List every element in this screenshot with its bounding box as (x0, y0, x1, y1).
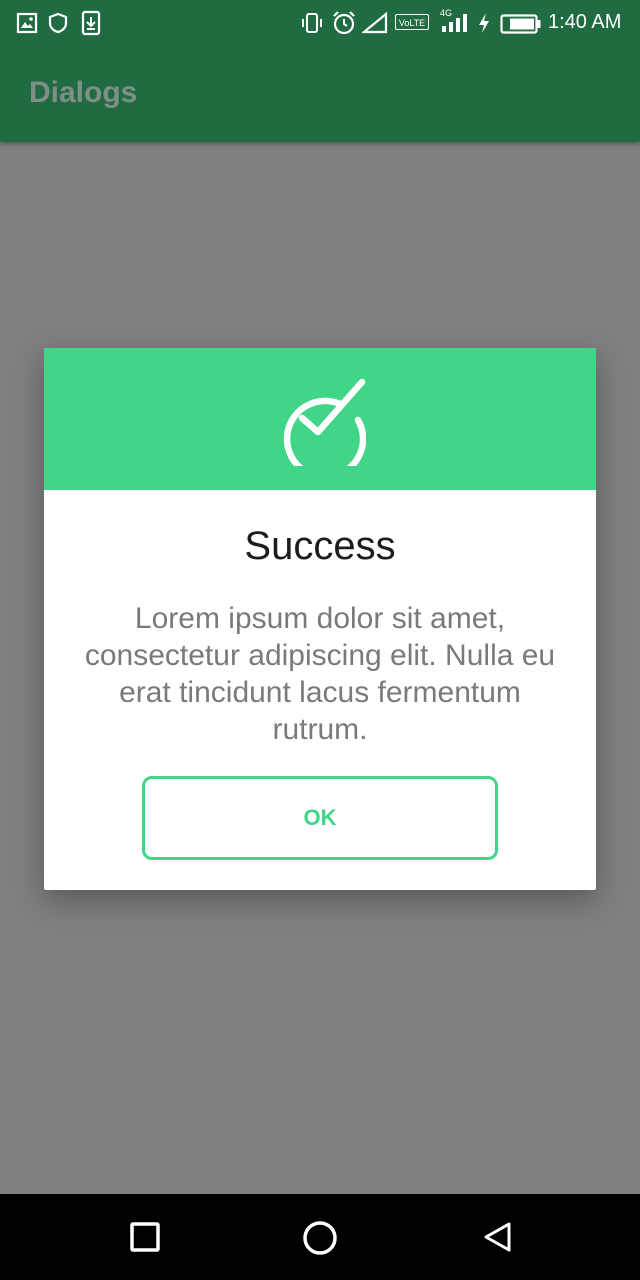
back-triangle-icon[interactable] (480, 1220, 516, 1256)
app-bar: Dialogs (0, 46, 640, 142)
image-icon (16, 12, 38, 34)
status-time: 1:40 AM (548, 11, 622, 33)
alarm-icon (333, 11, 355, 35)
dialog-header (44, 348, 596, 490)
recents-square-icon[interactable] (128, 1220, 164, 1256)
status-bar: VoLTE 4G 1:40 AM (0, 0, 640, 46)
success-dialog: Success Lorem ipsum dolor sit amet, cons… (44, 348, 596, 890)
navigation-bar (0, 1194, 640, 1280)
volte-icon: VoLTE (395, 14, 429, 30)
download-icon (81, 10, 101, 36)
check-circle-icon (283, 378, 366, 466)
charging-icon (479, 13, 489, 33)
ok-button[interactable]: OK (142, 776, 498, 860)
dialog-title: Success (244, 524, 396, 568)
shield-icon (48, 12, 68, 34)
app-bar-title: Dialogs (29, 76, 138, 109)
signal-4g-icon (442, 14, 467, 32)
battery-icon (500, 14, 541, 34)
dialog-message: Lorem ipsum dolor sit amet, consectetur … (84, 602, 556, 746)
signal-empty-icon (362, 12, 388, 34)
vibrate-icon (302, 13, 322, 33)
home-circle-icon[interactable] (300, 1218, 340, 1258)
